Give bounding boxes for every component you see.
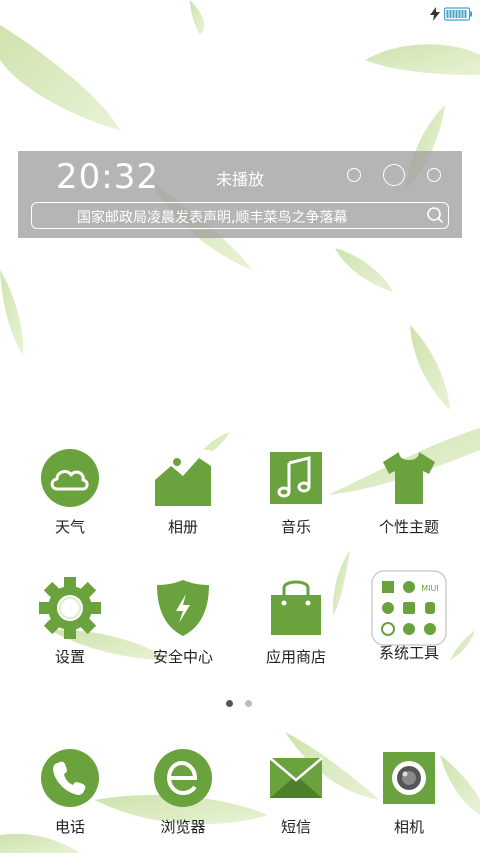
app-label: 相机 xyxy=(393,818,424,836)
weather-icon xyxy=(41,449,99,507)
app-label: 个性主题 xyxy=(378,518,439,536)
app-security[interactable]: 安全中心 xyxy=(133,576,233,667)
app-label: 电话 xyxy=(54,818,85,836)
dock-camera[interactable]: 相机 xyxy=(359,746,459,837)
browser-icon xyxy=(154,749,212,807)
search-bar[interactable]: 国家邮政局凌晨发表声明,顺丰菜鸟之争落幕 xyxy=(31,202,449,229)
page-indicator xyxy=(226,700,252,707)
app-label: 音乐 xyxy=(280,518,311,536)
previous-track-button[interactable] xyxy=(347,168,361,182)
next-track-button[interactable] xyxy=(427,168,441,182)
play-button[interactable] xyxy=(383,164,405,186)
app-weather[interactable]: 天气 xyxy=(20,446,120,537)
app-store[interactable]: 应用商店 xyxy=(246,576,346,667)
music-icon xyxy=(270,452,322,504)
security-icon xyxy=(157,580,209,636)
app-label: 应用商店 xyxy=(265,648,326,666)
app-store-icon xyxy=(271,580,321,635)
music-status[interactable]: 未播放 xyxy=(216,166,264,190)
clock-time[interactable]: 20:32 xyxy=(56,157,159,197)
theme-icon xyxy=(383,452,435,504)
camera-icon xyxy=(383,752,435,804)
messages-icon xyxy=(269,757,323,798)
bolt-icon xyxy=(430,7,440,21)
wallpaper xyxy=(0,0,480,853)
dock-phone[interactable]: 电话 xyxy=(20,746,120,837)
app-label: 系统工具 xyxy=(378,644,439,662)
phone-icon xyxy=(41,749,99,807)
app-label: 短信 xyxy=(280,818,311,836)
app-system-tools-folder[interactable]: MIUI 系统工具 xyxy=(359,570,459,663)
search-suggestion[interactable]: 国家邮政局凌晨发表声明,顺丰菜鸟之争落幕 xyxy=(77,207,347,227)
gallery-icon xyxy=(155,450,211,506)
dock-messages[interactable]: 短信 xyxy=(246,746,346,837)
app-gallery[interactable]: 相册 xyxy=(133,446,233,537)
page-dot-active[interactable] xyxy=(226,700,233,707)
status-bar xyxy=(430,6,472,22)
page-dot[interactable] xyxy=(245,700,252,707)
app-theme[interactable]: 个性主题 xyxy=(359,446,459,537)
app-music[interactable]: 音乐 xyxy=(246,446,346,537)
system-tools-folder-icon: MIUI xyxy=(371,570,447,646)
app-settings[interactable]: 设置 xyxy=(20,576,120,667)
settings-icon xyxy=(39,577,101,639)
dock-browser[interactable]: 浏览器 xyxy=(133,746,233,837)
battery-icon xyxy=(444,7,472,21)
app-label: 相册 xyxy=(167,518,198,536)
app-label: 安全中心 xyxy=(152,648,213,666)
miui-label: MIUI xyxy=(421,584,438,593)
search-icon[interactable] xyxy=(426,206,444,224)
app-label: 天气 xyxy=(54,518,85,536)
app-label: 设置 xyxy=(54,648,85,666)
app-label: 浏览器 xyxy=(160,818,206,836)
clock-music-widget: 20:32 未播放 国家邮政局凌晨发表声明,顺丰菜鸟之争落幕 xyxy=(18,151,462,238)
